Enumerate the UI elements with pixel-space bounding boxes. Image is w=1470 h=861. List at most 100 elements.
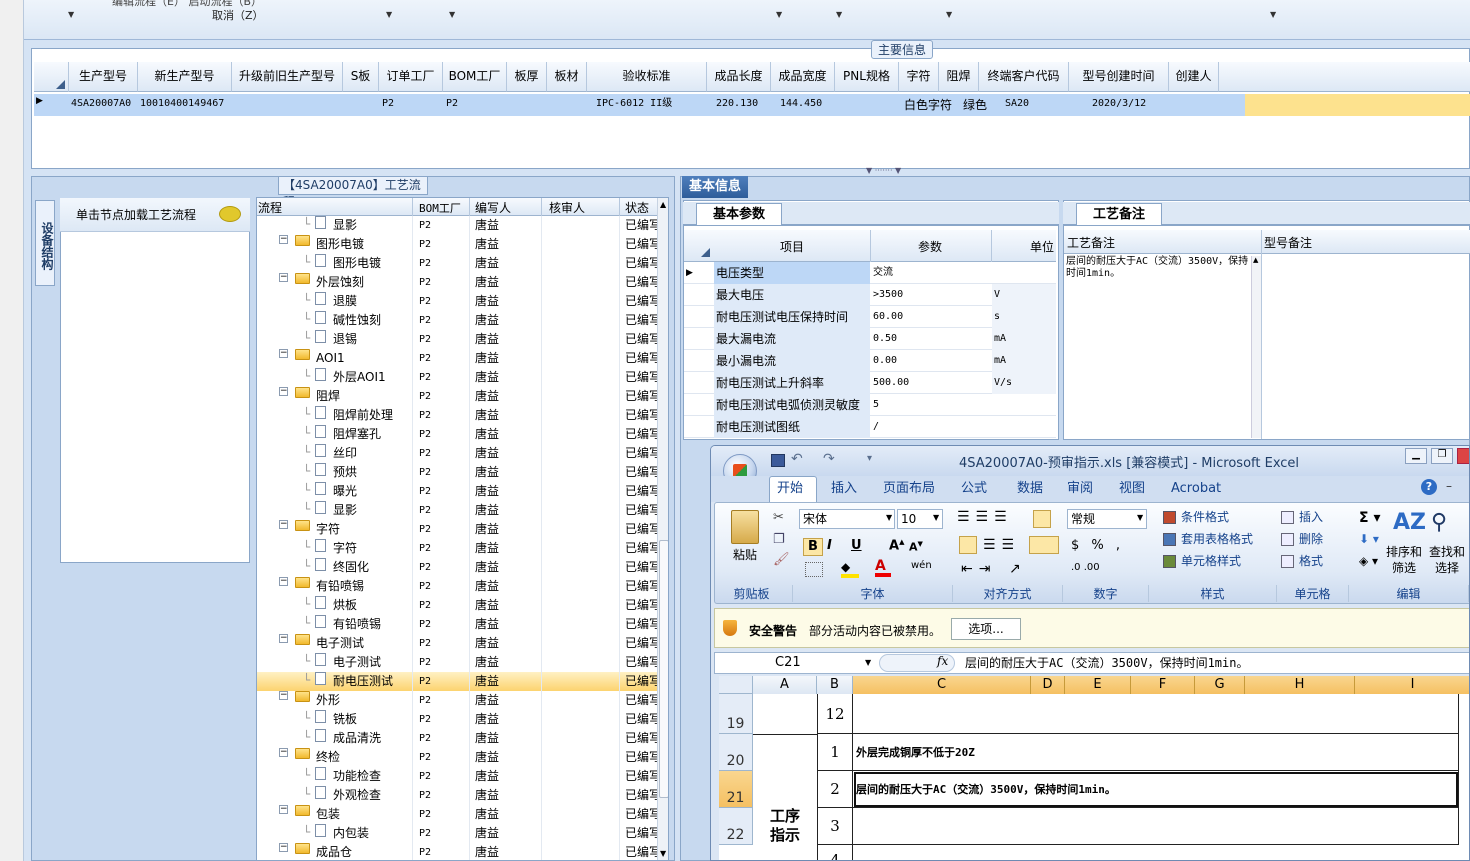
tree-row[interactable]: └ 功能检查 P2 唐益 已编写 <box>257 767 668 786</box>
scroll-down-icon[interactable]: ▼ <box>660 849 666 858</box>
param-row[interactable]: 最大电压 >3500 V <box>684 284 1056 306</box>
ribbon-tab[interactable]: Acrobat <box>1171 476 1221 502</box>
param-row[interactable]: 耐电压测试图纸 / <box>684 416 1056 438</box>
dropdown-arrow-icon[interactable]: ▼ <box>776 10 782 19</box>
ribbon-minimize-icon[interactable]: – <box>1446 479 1452 493</box>
qat-customize-icon[interactable]: ▾ <box>867 453 872 464</box>
param-row[interactable]: 耐电压测试电压保持时间 60.00 s <box>684 306 1056 328</box>
column-header[interactable]: D <box>1031 676 1065 694</box>
number-format-dropdown-icon[interactable]: ▼ <box>1137 513 1143 522</box>
save-icon[interactable] <box>771 454 785 467</box>
merge-center-icon[interactable] <box>1029 536 1059 554</box>
restore-button[interactable]: ❐ <box>1431 448 1453 464</box>
main-col-header[interactable]: 创建人 <box>1169 62 1219 92</box>
tree-row[interactable]: −有铅喷锡P2唐益已编写 <box>257 577 668 596</box>
tree-row[interactable]: └ 显影 P2 唐益 已编写 <box>257 501 668 520</box>
cell-c[interactable] <box>853 694 1459 734</box>
main-col-header[interactable]: S板 <box>343 62 379 92</box>
formula-content[interactable]: 层间的耐压大于AC（交流）3500V，保持时间1min。 <box>965 654 1248 671</box>
param-value[interactable]: 0.50 <box>871 328 991 350</box>
number-format-box[interactable]: 常规 <box>1067 509 1147 529</box>
tree-row[interactable]: └ 预烘 P2 唐益 已编写 <box>257 463 668 482</box>
find-select-icon[interactable]: ⚲ <box>1431 510 1447 535</box>
main-col-header[interactable]: 成品长度 <box>707 62 771 92</box>
param-value[interactable]: 交流 <box>871 262 991 284</box>
dropdown-arrow-icon[interactable]: ▼ <box>1270 10 1276 19</box>
main-col-header[interactable]: 板材 <box>547 62 587 92</box>
tree-row[interactable]: └ 碱性蚀刻 P2 唐益 已编写 <box>257 311 668 330</box>
tree-row[interactable]: └ 丝印 P2 唐益 已编写 <box>257 444 668 463</box>
autosum-icon[interactable]: Σ ▾ <box>1359 510 1380 526</box>
param-value[interactable]: 0.00 <box>871 350 991 372</box>
column-header[interactable]: G <box>1195 676 1245 694</box>
sort-filter-icon[interactable]: AZ <box>1393 510 1426 535</box>
column-header[interactable]: C <box>853 676 1031 694</box>
main-col-header[interactable]: PNL规格 <box>835 62 899 92</box>
wrap-text-icon[interactable] <box>1033 510 1051 528</box>
tree-row[interactable]: └ 成品清洗 P2 唐益 已编写 <box>257 729 668 748</box>
ribbon-tab[interactable]: 插入 <box>831 476 857 502</box>
align-icons[interactable]: ☰☰ <box>983 537 1020 553</box>
main-col-header[interactable]: 型号创建时间 <box>1069 62 1169 92</box>
underline-button[interactable]: U <box>851 538 862 553</box>
splitter-handle[interactable]: ▼ ······· ▼ <box>866 166 934 176</box>
dropdown-arrow-icon[interactable]: ▼ <box>68 10 74 19</box>
format-painter-icon[interactable]: 🖌 <box>773 552 790 567</box>
main-col-header[interactable]: 终端客户代码 <box>979 62 1069 92</box>
main-col-header[interactable]: 升级前旧生产型号 <box>232 62 343 92</box>
column-header[interactable]: I <box>1355 676 1469 694</box>
ribbon-tab[interactable]: 公式 <box>961 476 987 502</box>
help-icon[interactable]: ? <box>1421 479 1437 495</box>
clear-icon[interactable]: ◈ ▾ <box>1359 554 1378 568</box>
param-value[interactable]: >3500 <box>871 284 991 306</box>
name-box-dropdown-icon[interactable]: ▼ <box>865 658 871 667</box>
tree-row[interactable]: −终检P2唐益已编写 <box>257 748 668 767</box>
ribbon-tab[interactable]: 页面布局 <box>883 476 935 502</box>
ribbon-tab[interactable]: 审阅 <box>1067 476 1093 502</box>
tree-row[interactable]: └ 退膜 P2 唐益 已编写 <box>257 292 668 311</box>
cell-c[interactable]: 外层完成铜厚不低于20Z <box>853 734 1459 771</box>
scroll-up-icon[interactable]: ▲ <box>660 200 666 209</box>
shrink-font-icon[interactable]: A▼ <box>909 540 923 554</box>
main-col-header[interactable]: 新生产型号 <box>138 62 232 92</box>
copy-icon[interactable]: ❐ <box>773 532 785 547</box>
decimal-icons[interactable]: .0 .00 <box>1071 562 1100 573</box>
param-row[interactable]: ▶ 电压类型 交流 <box>684 262 1056 284</box>
tab-equipment-structure[interactable]: 设备结构 <box>35 200 55 286</box>
main-col-header[interactable]: 阻焊 <box>939 62 979 92</box>
cell-b[interactable]: 2 <box>817 771 853 808</box>
tree-row[interactable]: −成品仓P2唐益已编写 <box>257 843 668 860</box>
tree-row[interactable]: └ 外层AOI1 P2 唐益 已编写 <box>257 368 668 387</box>
ribbon-tab[interactable]: 数据 <box>1017 476 1043 502</box>
row-header[interactable]: 20 <box>719 734 753 771</box>
process-flow-tab[interactable]: 【4SA20007A0】工艺流程 <box>278 176 428 209</box>
main-col-header[interactable]: 板厚 <box>507 62 547 92</box>
cell-b[interactable]: 4 <box>817 845 853 860</box>
dropdown-arrow-icon[interactable]: ▼ <box>449 10 455 19</box>
tree-row[interactable]: └ 铣板 P2 唐益 已编写 <box>257 710 668 729</box>
style-button[interactable]: 单元格样式 <box>1181 552 1241 569</box>
note-scrollbar[interactable]: ▲ <box>1251 256 1261 438</box>
process-note-text[interactable]: 层间的耐压大于AC（交流）3500V，保持时间1min。 <box>1066 256 1251 436</box>
phonetic-icon[interactable]: wén <box>911 560 932 571</box>
font-name-dropdown-icon[interactable]: ▼ <box>886 513 892 522</box>
main-col-header[interactable]: 订单工厂 <box>379 62 443 92</box>
tab-process-notes[interactable]: 工艺备注 <box>1076 203 1162 225</box>
main-col-header[interactable]: BOM工厂 <box>443 62 507 92</box>
param-row[interactable]: 最小漏电流 0.00 mA <box>684 350 1056 372</box>
tree-row[interactable]: └ 电子测试 P2 唐益 已编写 <box>257 653 668 672</box>
orientation-icon[interactable]: ↗ <box>1009 561 1021 577</box>
main-col-header[interactable]: 验收标准 <box>587 62 707 92</box>
find-select-button[interactable]: 查找和选择 <box>1427 544 1467 576</box>
tree-row[interactable]: −电子测试P2唐益已编写 <box>257 634 668 653</box>
italic-button[interactable]: I <box>827 538 832 553</box>
cell-op-button[interactable]: 插入 <box>1299 508 1323 525</box>
cell-c[interactable]: 层间的耐压大于AC（交流）3500V，保持时间1min。 <box>853 771 1459 808</box>
paste-button[interactable]: 粘贴 <box>733 546 757 563</box>
cell-c[interactable] <box>853 808 1459 845</box>
tree-row[interactable]: └ 阻焊塞孔 P2 唐益 已编写 <box>257 425 668 444</box>
row-header[interactable]: 22 <box>719 808 753 845</box>
tree-row[interactable]: └ 烘板 P2 唐益 已编写 <box>257 596 668 615</box>
tree-row[interactable]: └ 阻焊前处理 P2 唐益 已编写 <box>257 406 668 425</box>
ribbon-tab[interactable]: 视图 <box>1119 476 1145 502</box>
